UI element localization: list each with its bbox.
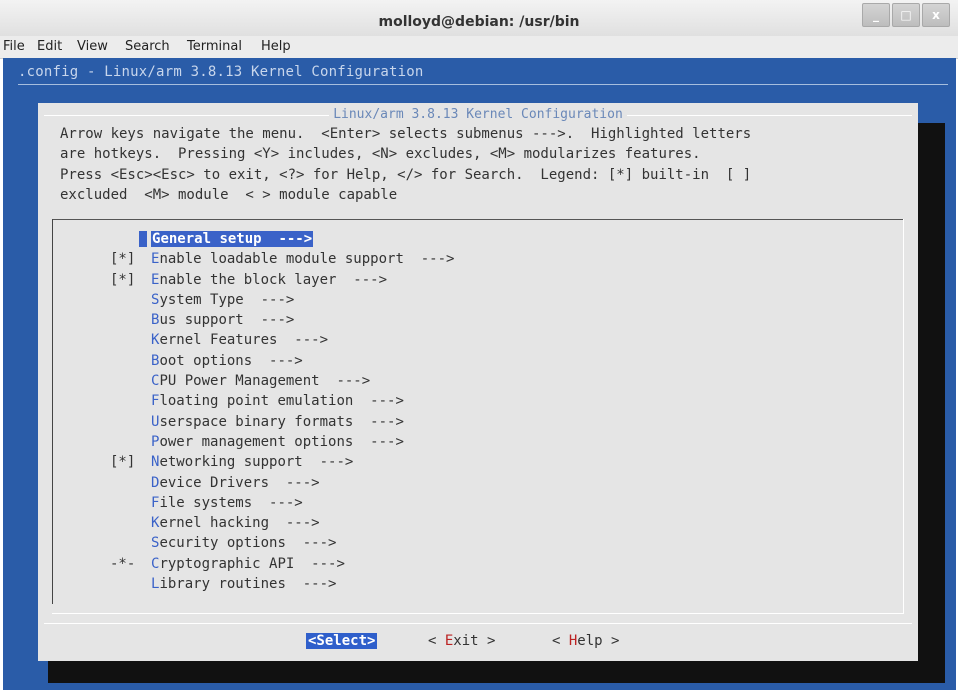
terminal-area[interactable]: .config - Linux/arm 3.8.13 Kernel Config…: [3, 58, 956, 690]
menu-item-label: Floating point emulation --->: [151, 393, 404, 409]
menu-item[interactable]: System Type --->: [110, 290, 454, 310]
menu-item-label: Cryptographic API --->: [151, 556, 345, 572]
menu-box-border: [903, 219, 904, 614]
menu-item[interactable]: Security options --->: [110, 533, 454, 553]
help-line: Press <Esc><Esc> to exit, <?> for Help, …: [60, 166, 752, 183]
menu-item-text: eneral setup --->: [160, 231, 313, 247]
menu-item-text: ernel hacking --->: [159, 515, 320, 532]
menu-item-label: Userspace binary formats --->: [151, 414, 404, 430]
menu-list: General setup ---> [*] Enable loadable mod…: [110, 229, 454, 594]
menu-item-text: ecurity options --->: [159, 535, 337, 552]
help-line: are hotkeys. Pressing <Y> includes, <N> …: [60, 146, 701, 163]
menu-item[interactable]: Device Drivers --->: [110, 473, 454, 493]
exit-button[interactable]: < Exit >: [428, 633, 495, 649]
menu-item-label: General setup --->: [151, 231, 314, 247]
cursor-block: [139, 231, 147, 247]
help-line: Arrow keys navigate the menu. <Enter> se…: [60, 126, 752, 142]
button-divider: [44, 623, 912, 624]
help-button-pre: <: [552, 633, 569, 649]
menu-edit[interactable]: Edit: [37, 39, 62, 54]
menu-item-state: -*-: [110, 555, 136, 572]
help-text: Arrow keys navigate the menu. <Enter> se…: [60, 124, 751, 205]
menu-item-label: Kernel hacking --->: [151, 515, 320, 531]
help-line: excluded <M> module < > module capable: [60, 186, 398, 203]
help-button-post: elp >: [577, 633, 620, 649]
minimize-icon[interactable]: _: [862, 3, 890, 27]
menu-item[interactable]: [*] Networking support --->: [110, 452, 454, 472]
menu-box-border: [52, 219, 53, 604]
menu-item-state: [*]: [110, 271, 136, 288]
menu-item[interactable]: Userspace binary formats --->: [110, 412, 454, 432]
menu-item-label: Security options --->: [151, 535, 336, 551]
menu-item-text: ibrary routines --->: [159, 576, 337, 593]
menu-item-text: ernel Features --->: [159, 332, 329, 349]
menu-help[interactable]: Help: [261, 39, 291, 54]
window-title: molloyd@debian: /usr/bin: [378, 14, 580, 30]
menu-item-label: Networking support --->: [151, 454, 353, 470]
menu-item-label: CPU Power Management --->: [151, 373, 370, 389]
menu-item-text: etworking support --->: [159, 454, 354, 471]
menu-item-text: ystem Type --->: [159, 291, 295, 308]
menuconfig-dialog: Linux/arm 3.8.13 Kernel Configuration Ar…: [38, 103, 918, 661]
menu-view[interactable]: View: [77, 39, 108, 54]
exit-button-pre: <: [428, 633, 445, 649]
menu-search[interactable]: Search: [125, 39, 170, 54]
maximize-icon[interactable]: □: [892, 3, 920, 27]
menu-bar: File Edit View Search Terminal Help: [0, 36, 958, 59]
close-icon[interactable]: x: [922, 3, 950, 27]
menu-item[interactable]: Power management options --->: [110, 432, 454, 452]
menu-item-label: Library routines --->: [151, 576, 336, 592]
header-divider: [18, 84, 948, 85]
menu-item-text: loating point emulation --->: [159, 393, 404, 410]
menu-item[interactable]: Kernel Features --->: [110, 330, 454, 350]
menu-item-text: us support --->: [159, 312, 295, 329]
menu-item-text: evice Drivers --->: [159, 474, 320, 491]
menu-item-label: Bus support --->: [151, 312, 294, 328]
select-button[interactable]: <Select>: [306, 633, 378, 649]
menu-item-state: [*]: [110, 454, 136, 471]
exit-button-post: xit >: [453, 633, 496, 649]
menu-item-label: Enable loadable module support --->: [151, 251, 454, 267]
menu-item[interactable]: [*] Enable loadable module support --->: [110, 249, 454, 269]
window-controls: _ □ x: [860, 3, 950, 27]
button-row: <Select> < Exit > < Help >: [38, 629, 918, 655]
help-button[interactable]: < Help >: [552, 633, 619, 649]
menu-item-label: Device Drivers --->: [151, 475, 320, 491]
menu-item-text: ryptographic API --->: [159, 555, 345, 572]
menu-item[interactable]: [*] Enable the block layer --->: [110, 270, 454, 290]
menu-item-text: ile systems --->: [159, 494, 303, 511]
menu-item-text: oot options --->: [159, 352, 303, 369]
menu-terminal[interactable]: Terminal: [187, 39, 242, 54]
dialog-shadow-right: [918, 123, 945, 683]
menu-item[interactable]: General setup --->: [110, 229, 454, 249]
menu-item[interactable]: Bus support --->: [110, 310, 454, 330]
menu-item-state: [*]: [110, 251, 136, 268]
menu-item-label: Kernel Features --->: [151, 332, 328, 348]
menu-item-text: serspace binary formats --->: [159, 413, 404, 430]
menu-item[interactable]: CPU Power Management --->: [110, 371, 454, 391]
menu-box: General setup ---> [*] Enable loadable mod…: [52, 219, 904, 614]
menu-item[interactable]: Boot options --->: [110, 351, 454, 371]
menu-item-label: File systems --->: [151, 495, 303, 511]
menu-box-border: [52, 219, 904, 220]
dialog-title: Linux/arm 3.8.13 Kernel Configuration: [329, 107, 627, 122]
menu-item-label: Power management options --->: [151, 434, 404, 450]
menu-item-text: PU Power Management --->: [159, 373, 371, 390]
menu-item-text: nable the block layer --->: [159, 271, 388, 288]
title-bar: molloyd@debian: /usr/bin _ □ x: [0, 0, 958, 36]
menu-item[interactable]: Kernel hacking --->: [110, 513, 454, 533]
menu-item-text: ower management options --->: [159, 433, 404, 450]
menu-item-label: Boot options --->: [151, 353, 303, 369]
menu-file[interactable]: File: [3, 39, 25, 54]
menu-item-label: System Type --->: [151, 292, 294, 308]
menu-item-text: nable loadable module support --->: [159, 251, 455, 268]
dialog-shadow-bottom: [48, 661, 945, 683]
menu-item-label: Enable the block layer --->: [151, 272, 387, 288]
menu-item[interactable]: -*- Cryptographic API --->: [110, 554, 454, 574]
menu-box-border: [52, 613, 904, 614]
menu-item[interactable]: Library routines --->: [110, 574, 454, 594]
menu-item[interactable]: File systems --->: [110, 493, 454, 513]
menu-item[interactable]: Floating point emulation --->: [110, 391, 454, 411]
config-header: .config - Linux/arm 3.8.13 Kernel Config…: [18, 64, 424, 80]
